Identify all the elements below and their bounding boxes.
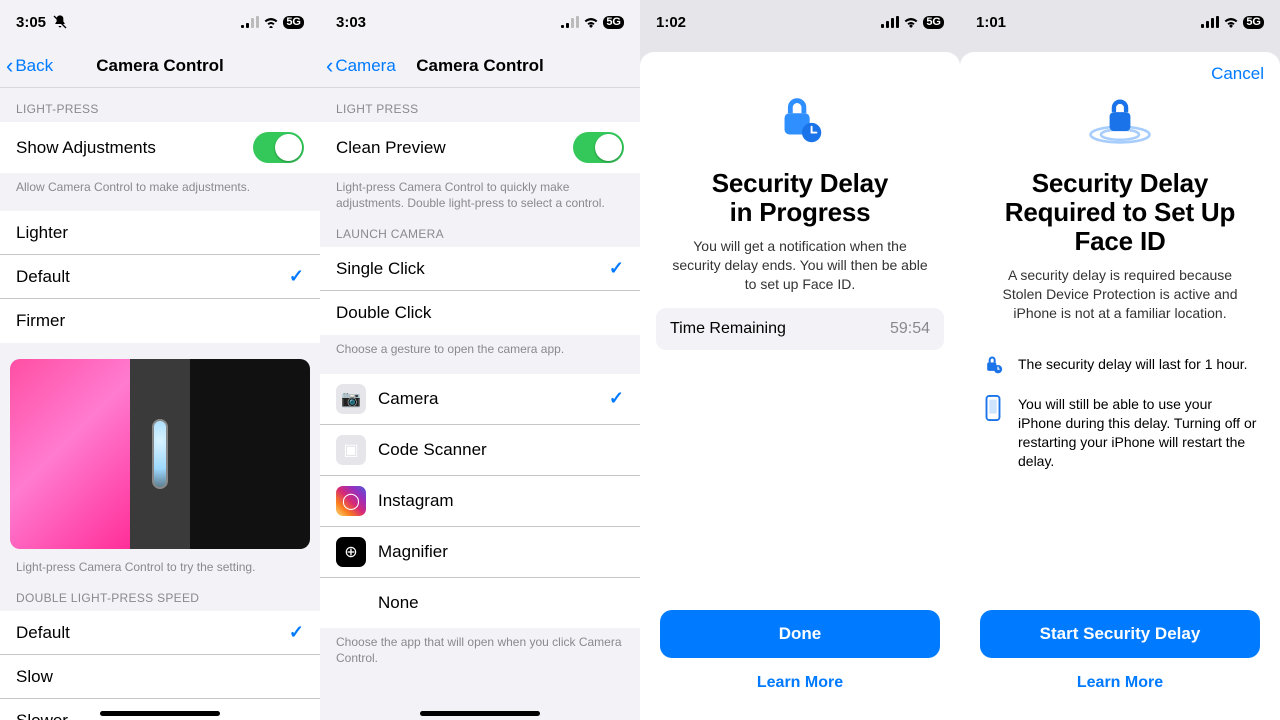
status-time: 1:02 xyxy=(656,14,686,31)
press-option-firmer[interactable]: Firmer xyxy=(0,299,320,343)
wifi-icon xyxy=(583,16,599,28)
preview-footer: Light-press Camera Control to try the se… xyxy=(0,553,320,577)
info-row-duration: The security delay will last for 1 hour. xyxy=(974,345,1266,385)
iphone-icon xyxy=(982,395,1004,471)
cellular-signal-icon xyxy=(561,16,579,28)
nav-back-label: Camera xyxy=(335,56,395,76)
info-text: The security delay will last for 1 hour. xyxy=(1018,355,1248,375)
section-header-light-press: LIGHT PRESS xyxy=(320,88,640,122)
press-option-default[interactable]: Default✓ xyxy=(0,255,320,299)
sheet-title: Security Delay in Progress xyxy=(712,169,888,227)
status-bar: 3:05 5G xyxy=(0,0,320,44)
nav-title: Camera Control xyxy=(96,56,224,76)
checkmark-icon: ✓ xyxy=(609,258,624,279)
camera-control-preview-image xyxy=(10,359,310,549)
start-security-delay-button[interactable]: Start Security Delay xyxy=(980,610,1260,658)
sheet-title: Security Delay Required to Set Up Face I… xyxy=(998,169,1242,256)
nav-back-label: Back xyxy=(15,56,53,76)
pane-security-delay-start: 1:01 5G Cancel Security Delay Require xyxy=(960,0,1280,720)
pane-camera-control-b: 3:03 5G ‹ Camera Camera Control LIGHT PR… xyxy=(320,0,640,720)
info-row-usage: You will still be able to use your iPhon… xyxy=(974,385,1266,481)
sheet-subtitle: A security delay is required because Sto… xyxy=(974,266,1266,323)
done-button[interactable]: Done xyxy=(660,610,940,658)
launch-double-click[interactable]: Double Click xyxy=(320,291,640,335)
toggle-clean-preview[interactable] xyxy=(573,132,624,163)
sheet-subtitle: You will get a notification when the sec… xyxy=(654,237,946,294)
wifi-icon xyxy=(1223,16,1239,28)
nav-bar: ‹ Back Camera Control xyxy=(0,44,320,88)
time-remaining-row: Time Remaining 59:54 xyxy=(656,308,944,350)
nav-title: Camera Control xyxy=(416,56,544,76)
instagram-icon: ◯ xyxy=(336,486,366,516)
checkmark-icon: ✓ xyxy=(289,266,304,287)
silent-mode-icon xyxy=(52,14,68,30)
pane-camera-control-a: 3:05 5G ‹ Back Camera Control LIGHT-PRES… xyxy=(0,0,320,720)
home-indicator[interactable] xyxy=(100,711,220,716)
lock-clock-icon xyxy=(771,90,829,153)
row-show-adjustments[interactable]: Show Adjustments xyxy=(0,122,320,173)
chevron-left-icon: ‹ xyxy=(326,55,333,77)
camera-icon: 📷 xyxy=(336,384,366,414)
checkmark-icon: ✓ xyxy=(289,622,304,643)
learn-more-link[interactable]: Learn More xyxy=(974,666,1266,712)
time-remaining-value: 59:54 xyxy=(890,320,930,338)
wifi-icon xyxy=(903,16,919,28)
chevron-left-icon: ‹ xyxy=(6,55,13,77)
cellular-signal-icon xyxy=(1201,16,1219,28)
modal-sheet: Security Delay in Progress You will get … xyxy=(640,52,960,720)
none-icon: ⊘ xyxy=(336,588,366,618)
section-header-light-press: LIGHT-PRESS xyxy=(0,88,320,122)
row-clean-preview[interactable]: Clean Preview xyxy=(320,122,640,173)
app-option-code-scanner[interactable]: ▣ Code Scanner xyxy=(320,425,640,476)
speed-option-default[interactable]: Default✓ xyxy=(0,611,320,655)
time-remaining-label: Time Remaining xyxy=(670,320,786,338)
speed-option-slow[interactable]: Slow xyxy=(0,655,320,699)
home-indicator[interactable] xyxy=(420,711,540,716)
modal-sheet: Cancel Security Delay Required to Set Up… xyxy=(960,52,1280,720)
learn-more-link[interactable]: Learn More xyxy=(654,666,946,712)
checkmark-icon: ✓ xyxy=(609,388,624,409)
section-footer: Choose the app that will open when you c… xyxy=(320,628,640,668)
section-footer: Choose a gesture to open the camera app. xyxy=(320,335,640,359)
battery-5g-badge: 5G xyxy=(1243,16,1264,29)
screenshot-collage: 3:05 5G ‹ Back Camera Control LIGHT-PRES… xyxy=(0,0,1280,720)
lock-waves-icon xyxy=(1081,90,1159,153)
wifi-icon xyxy=(263,16,279,28)
row-label: Show Adjustments xyxy=(16,138,253,158)
nav-back-button[interactable]: ‹ Back xyxy=(6,55,53,77)
pane-security-delay-progress: 1:02 5G Security Delay in Progress xyxy=(640,0,960,720)
status-time: 3:03 xyxy=(336,14,366,31)
status-bar: 1:02 5G xyxy=(640,0,960,44)
app-option-none[interactable]: ⊘ None xyxy=(320,578,640,628)
press-option-lighter[interactable]: Lighter xyxy=(0,211,320,255)
section-header-double-press-speed: DOUBLE LIGHT-PRESS SPEED xyxy=(0,577,320,611)
battery-5g-badge: 5G xyxy=(923,16,944,29)
cancel-button[interactable]: Cancel xyxy=(1211,64,1264,84)
info-text: You will still be able to use your iPhon… xyxy=(1018,395,1258,471)
section-header-launch-camera: LAUNCH CAMERA xyxy=(320,213,640,247)
speed-option-slower[interactable]: Slower xyxy=(0,699,320,720)
nav-bar: ‹ Camera Camera Control xyxy=(320,44,640,88)
app-option-instagram[interactable]: ◯ Instagram xyxy=(320,476,640,527)
status-bar: 1:01 5G xyxy=(960,0,1280,44)
nav-back-button[interactable]: ‹ Camera xyxy=(326,55,396,77)
app-option-camera[interactable]: 📷 Camera ✓ xyxy=(320,374,640,425)
cellular-signal-icon xyxy=(241,16,259,28)
battery-5g-badge: 5G xyxy=(603,16,624,29)
section-footer: Light-press Camera Control to quickly ma… xyxy=(320,173,640,213)
status-time: 1:01 xyxy=(976,14,1006,31)
qr-code-icon: ▣ xyxy=(336,435,366,465)
status-time: 3:05 xyxy=(16,14,46,31)
status-bar: 3:03 5G xyxy=(320,0,640,44)
lock-clock-small-icon xyxy=(982,355,1004,375)
section-footer: Allow Camera Control to make adjustments… xyxy=(0,173,320,197)
battery-5g-badge: 5G xyxy=(283,16,304,29)
magnifier-icon: ⊕ xyxy=(336,537,366,567)
launch-single-click[interactable]: Single Click✓ xyxy=(320,247,640,291)
toggle-show-adjustments[interactable] xyxy=(253,132,304,163)
app-option-magnifier[interactable]: ⊕ Magnifier xyxy=(320,527,640,578)
cellular-signal-icon xyxy=(881,16,899,28)
